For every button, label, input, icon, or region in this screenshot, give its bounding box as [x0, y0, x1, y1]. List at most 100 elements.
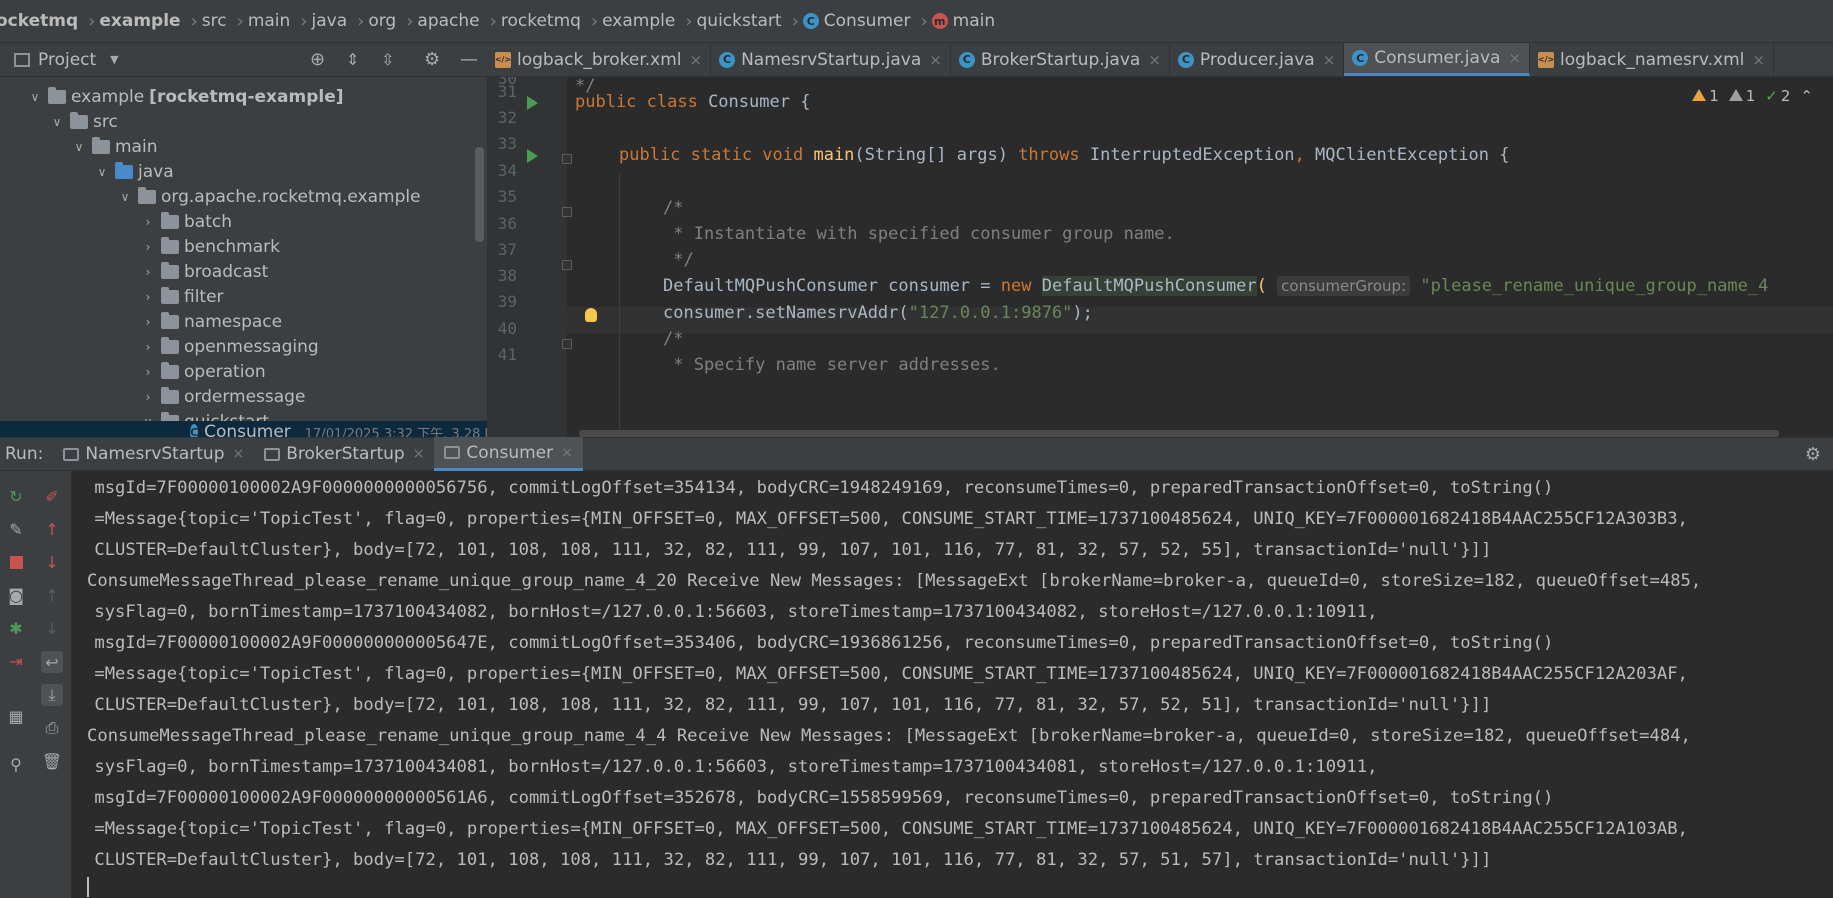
- breadcrumb-item-java[interactable]: java ›: [312, 11, 373, 32]
- chevron-right-icon[interactable]: ›: [139, 340, 157, 354]
- chevron-right-icon[interactable]: ›: [139, 215, 157, 229]
- chevron-down-icon[interactable]: ∨: [70, 140, 88, 154]
- rerun-icon[interactable]: ↻: [5, 485, 27, 507]
- exit-icon[interactable]: ⇥: [5, 650, 27, 672]
- close-icon[interactable]: ×: [232, 446, 244, 462]
- chevron-right-icon[interactable]: ›: [139, 290, 157, 304]
- warning-count[interactable]: 1: [1692, 87, 1719, 105]
- close-icon[interactable]: ×: [690, 51, 703, 69]
- gear-icon[interactable]: ⚙: [1805, 444, 1821, 465]
- tree-item-batch[interactable]: › batch: [0, 209, 487, 234]
- tree-item-filter[interactable]: › filter: [0, 284, 487, 309]
- code-fragment: public class: [575, 92, 709, 112]
- fold-icon[interactable]: [562, 339, 572, 349]
- close-icon[interactable]: ×: [413, 446, 425, 462]
- code-editor[interactable]: 30 31 32 33 34 35 36 37 38 39 40 41 */ p…: [487, 77, 1833, 437]
- tab-consumer[interactable]: C Consumer.java ×: [1344, 43, 1531, 76]
- chevron-right-icon[interactable]: ›: [139, 265, 157, 279]
- chevron-down-icon[interactable]: ∨: [116, 190, 134, 204]
- project-grid-icon[interactable]: [14, 52, 30, 67]
- scroll-to-end-icon[interactable]: ⤓: [41, 684, 63, 706]
- run-gutter-icon[interactable]: [527, 149, 538, 163]
- tab-producer[interactable]: C Producer.java ×: [1170, 43, 1345, 76]
- lightbulb-icon[interactable]: [585, 308, 597, 322]
- tree-item-consumer[interactable]: C Consumer 17/01/2025 3:32 下午, 3.28 kB: [0, 421, 487, 437]
- tree-item-ordermessage[interactable]: › ordermessage: [0, 384, 487, 409]
- breadcrumb-item-src[interactable]: src ›: [202, 11, 252, 32]
- tree-item-package[interactable]: ∨ org.apache.rocketmq.example: [0, 184, 487, 209]
- fold-icon[interactable]: [562, 260, 572, 270]
- tree-item-openmessaging[interactable]: › openmessaging: [0, 334, 487, 359]
- arrow-down-icon[interactable]: ↓: [41, 551, 63, 573]
- run-panel-header: Run: NamesrvStartup × BrokerStartup × Cons…: [0, 437, 1833, 471]
- close-icon[interactable]: ×: [1148, 51, 1161, 69]
- breadcrumb-item-class[interactable]: C Consumer ›: [802, 11, 936, 32]
- dropdown-icon[interactable]: ▼: [110, 53, 118, 66]
- run-tab-consumer[interactable]: Consumer ×: [434, 437, 583, 471]
- breadcrumb-item-main[interactable]: main ›: [248, 11, 316, 32]
- gear-icon[interactable]: ⚙: [424, 49, 440, 70]
- expand-all-icon[interactable]: ⇕: [346, 50, 359, 69]
- fold-icon[interactable]: [562, 154, 572, 164]
- breadcrumb-item-rocketmq[interactable]: rocketmq ›: [501, 11, 606, 32]
- breadcrumb-item-apache[interactable]: apache ›: [417, 11, 504, 32]
- tab-brokerstartup[interactable]: C BrokerStartup.java ×: [951, 43, 1170, 76]
- chevron-down-icon[interactable]: ∨: [48, 115, 66, 129]
- horizontal-scrollbar[interactable]: [579, 430, 1779, 437]
- breadcrumb-item-example[interactable]: example ›: [602, 11, 700, 32]
- breadcrumb-item-root[interactable]: ocketmq ›: [0, 11, 103, 32]
- run-tab-brokerstartup[interactable]: BrokerStartup ×: [254, 437, 434, 471]
- chevron-up-icon[interactable]: ⌃: [1800, 87, 1813, 105]
- close-icon[interactable]: ×: [1323, 51, 1336, 69]
- stop-icon[interactable]: [5, 551, 27, 573]
- debug-icon[interactable]: ✱: [5, 617, 27, 639]
- tree-item-operation[interactable]: › operation: [0, 359, 487, 384]
- tree-item-module[interactable]: ∨ example [rocketmq-example]: [0, 84, 487, 109]
- trash-icon[interactable]: 🗑: [41, 750, 63, 772]
- console-output[interactable]: msgId=7F00000100002A9F0000000000056756, …: [72, 471, 1833, 898]
- close-icon[interactable]: ×: [1508, 49, 1521, 67]
- breadcrumb-label: apache: [417, 11, 480, 31]
- layout-icon[interactable]: ▦: [5, 705, 27, 727]
- run-tab-namesrvstartup[interactable]: NamesrvStartup ×: [53, 437, 254, 471]
- print-icon[interactable]: ⎙: [41, 717, 63, 739]
- breadcrumb-item-method[interactable]: m main: [931, 11, 995, 31]
- pin-icon[interactable]: ⚲: [5, 753, 27, 775]
- tree-item-src[interactable]: ∨ src: [0, 109, 487, 134]
- clear-icon[interactable]: ✐: [41, 485, 63, 507]
- chevron-right-icon[interactable]: ›: [139, 315, 157, 329]
- close-icon[interactable]: ×: [1752, 51, 1765, 69]
- project-panel-title[interactable]: Project: [38, 50, 96, 70]
- chevron-right-icon[interactable]: ›: [139, 365, 157, 379]
- camera-icon[interactable]: ◙: [5, 584, 27, 606]
- wrench-icon[interactable]: ✎: [5, 518, 27, 540]
- chevron-right-icon[interactable]: ›: [139, 390, 157, 404]
- collapse-all-icon[interactable]: ⇳: [381, 50, 394, 69]
- weak-warning-count[interactable]: 1: [1728, 87, 1755, 105]
- fold-icon[interactable]: [562, 207, 572, 217]
- close-icon[interactable]: ×: [929, 51, 942, 69]
- ok-count[interactable]: ✓ 2: [1765, 87, 1790, 105]
- locate-icon[interactable]: ⊕: [310, 49, 325, 70]
- breadcrumb-item-org[interactable]: org ›: [368, 11, 421, 32]
- soft-wrap-icon[interactable]: ↩: [41, 651, 63, 673]
- tree-item-namespace[interactable]: › namespace: [0, 309, 487, 334]
- chevron-down-icon[interactable]: ∨: [26, 90, 44, 104]
- chevron-right-icon[interactable]: ›: [139, 240, 157, 254]
- minimize-icon[interactable]: —: [460, 49, 478, 70]
- tab-logback-namesrv[interactable]: </> logback_namesrv.xml ×: [1530, 43, 1774, 76]
- run-gutter-icon[interactable]: [527, 96, 538, 110]
- arrow-up-icon[interactable]: ↑: [41, 518, 63, 540]
- tree-scrollbar[interactable]: [475, 147, 484, 242]
- breadcrumb-item-quickstart[interactable]: quickstart ›: [697, 11, 807, 32]
- tree-item-broadcast[interactable]: › broadcast: [0, 259, 487, 284]
- close-icon[interactable]: ×: [561, 445, 573, 461]
- inspection-widget[interactable]: 1 1 ✓ 2 ⌃: [1692, 87, 1813, 105]
- breadcrumb-item-module[interactable]: example ›: [99, 11, 205, 32]
- tree-item-java[interactable]: ∨ java: [0, 159, 487, 184]
- tree-item-main[interactable]: ∨ main: [0, 134, 487, 159]
- tab-namesrvstartup[interactable]: C NamesrvStartup.java ×: [711, 43, 951, 76]
- tree-item-benchmark[interactable]: › benchmark: [0, 234, 487, 259]
- chevron-down-icon[interactable]: ∨: [93, 165, 111, 179]
- tab-logback-broker[interactable]: </> logback_broker.xml ×: [487, 43, 712, 76]
